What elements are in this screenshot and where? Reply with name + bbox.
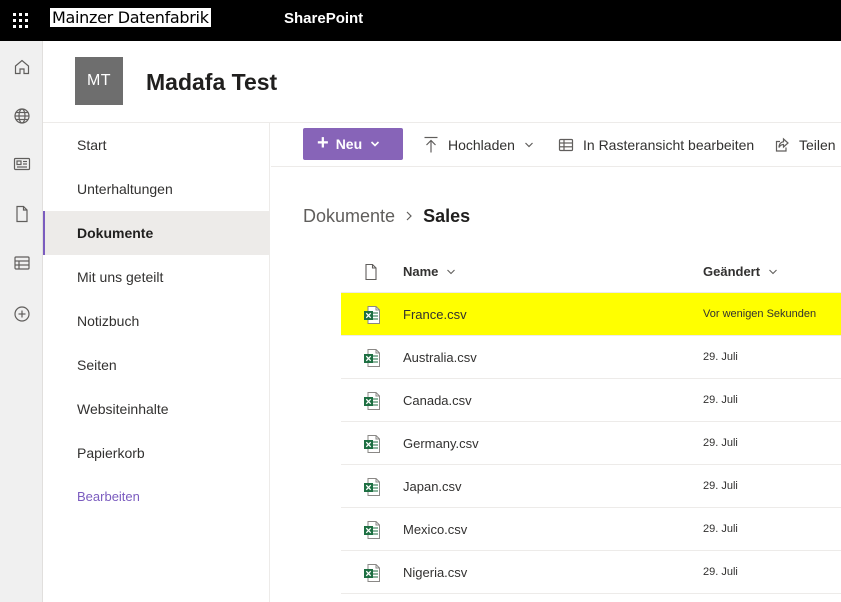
file-name[interactable]: Germany.csv xyxy=(403,422,479,465)
plus-icon: + xyxy=(317,132,329,154)
file-row[interactable]: Australia.csv 29. Juli xyxy=(341,336,841,379)
add-circle-icon xyxy=(13,306,30,322)
chevron-down-icon xyxy=(525,142,533,148)
share-label: Teilen xyxy=(799,137,836,153)
excel-file-icon xyxy=(364,349,380,367)
new-button-label: Neu xyxy=(335,136,363,152)
new-button[interactable]: + Neu xyxy=(303,128,403,160)
column-header-name-label: Name xyxy=(403,264,439,279)
column-header-modified-label: Geändert xyxy=(703,264,761,279)
breadcrumb: Dokumente Sales xyxy=(303,204,470,228)
file-modified: 29. Juli xyxy=(703,394,738,406)
org-logo[interactable]: Mainzer Datenfabrik xyxy=(50,8,211,27)
file-row[interactable]: France.csv Vor wenigen Sekunden xyxy=(341,293,841,336)
file-row[interactable]: Canada.csv 29. Juli xyxy=(341,379,841,422)
list-header: Name Geändert xyxy=(341,250,841,293)
site-logo: MT xyxy=(75,57,123,105)
file-row[interactable]: Germany.csv 29. Juli xyxy=(341,422,841,465)
document-icon xyxy=(15,205,28,223)
news-button[interactable] xyxy=(0,146,43,182)
chevron-right-icon xyxy=(405,210,413,222)
breadcrumb-current: Sales xyxy=(423,205,471,226)
nav-item-mit-uns-geteilt[interactable]: Mit uns geteilt xyxy=(43,255,270,299)
excel-file-icon xyxy=(364,564,380,582)
file-modified: 29. Juli xyxy=(703,523,738,535)
share-icon xyxy=(775,137,789,152)
upload-icon xyxy=(424,136,438,153)
share-button[interactable]: Teilen xyxy=(774,123,836,167)
left-navigation: Start Unterhaltungen Dokumente Mit uns g… xyxy=(43,123,270,602)
app-launcher-button[interactable] xyxy=(0,0,41,41)
file-modified: 29. Juli xyxy=(703,480,738,492)
globe-icon xyxy=(13,108,30,124)
files-button[interactable] xyxy=(0,196,43,232)
home-icon xyxy=(14,59,29,75)
create-button[interactable] xyxy=(0,296,43,332)
excel-file-icon xyxy=(364,435,380,453)
lists-button[interactable] xyxy=(0,245,43,281)
home-button[interactable] xyxy=(0,49,43,85)
grid-edit-label: In Rasteransicht bearbeiten xyxy=(583,137,755,153)
grid-edit-button[interactable]: In Rasteransicht bearbeiten xyxy=(558,123,754,167)
breadcrumb-dokumente[interactable]: Dokumente xyxy=(303,206,395,227)
excel-file-icon xyxy=(364,478,380,496)
excel-file-icon xyxy=(364,521,380,539)
file-row[interactable]: Mexico.csv 29. Juli xyxy=(341,508,841,551)
chevron-down-icon xyxy=(769,269,777,274)
file-modified: 29. Juli xyxy=(703,566,738,578)
file-row[interactable]: Nigeria.csv 29. Juli xyxy=(341,551,841,594)
file-name[interactable]: Canada.csv xyxy=(403,379,472,422)
file-modified: 29. Juli xyxy=(703,437,738,449)
file-name[interactable]: Mexico.csv xyxy=(403,508,467,551)
upload-button[interactable]: Hochladen xyxy=(423,123,534,167)
nav-item-websiteinhalte[interactable]: Websiteinhalte xyxy=(43,387,270,431)
app-name-link[interactable]: SharePoint xyxy=(284,10,363,28)
file-modified: 29. Juli xyxy=(703,351,738,363)
upload-label: Hochladen xyxy=(448,137,515,153)
excel-file-icon xyxy=(364,392,380,410)
file-modified: Vor wenigen Sekunden xyxy=(703,308,817,320)
file-type-icon[interactable] xyxy=(363,263,379,281)
chevron-down-icon xyxy=(371,141,380,147)
waffle-icon xyxy=(13,13,28,28)
chevron-down-icon xyxy=(447,269,456,274)
file-name[interactable]: Australia.csv xyxy=(403,336,477,379)
suite-bar: Mainzer Datenfabrik SharePoint xyxy=(0,0,841,41)
news-icon xyxy=(13,157,30,171)
nav-item-papierkorb[interactable]: Papierkorb xyxy=(43,431,270,475)
app-bar xyxy=(0,41,43,602)
file-name[interactable]: Nigeria.csv xyxy=(403,551,467,594)
excel-file-icon xyxy=(364,306,380,324)
nav-item-notizbuch[interactable]: Notizbuch xyxy=(43,299,270,343)
site-title[interactable]: Madafa Test xyxy=(146,68,277,96)
nav-item-seiten[interactable]: Seiten xyxy=(43,343,270,387)
sites-button[interactable] xyxy=(0,98,43,134)
nav-item-dokumente[interactable]: Dokumente xyxy=(43,211,270,255)
file-list: Name Geändert France.csv Vor wenigen Sek… xyxy=(341,250,841,594)
nav-item-start[interactable]: Start xyxy=(43,123,270,167)
file-row[interactable]: Japan.csv 29. Juli xyxy=(341,465,841,508)
nav-edit-link[interactable]: Bearbeiten xyxy=(43,475,270,519)
list-icon xyxy=(13,256,30,270)
nav-item-unterhaltungen[interactable]: Unterhaltungen xyxy=(43,167,270,211)
grid-icon xyxy=(558,138,574,152)
column-header-modified[interactable]: Geändert xyxy=(703,250,778,293)
column-header-name[interactable]: Name xyxy=(403,250,456,293)
file-name[interactable]: France.csv xyxy=(403,293,467,336)
command-bar: + Neu Hochladen In Rasteransicht bearbei… xyxy=(271,123,841,167)
file-name[interactable]: Japan.csv xyxy=(403,465,462,508)
